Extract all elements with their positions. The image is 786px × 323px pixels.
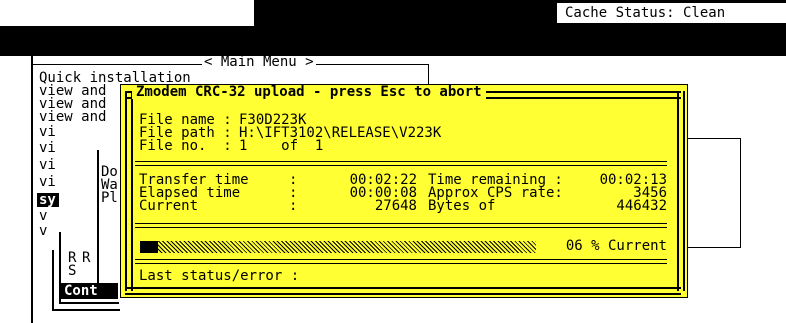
menu-item-view-4[interactable]: vi	[39, 125, 56, 139]
submenu-item-pl[interactable]: Pl	[101, 191, 118, 205]
nested-submenu-frame-bottom-outer	[52, 309, 120, 311]
dialog-separator-3	[135, 259, 667, 264]
current-colon: :	[289, 198, 298, 214]
menu-item-system-label: sy	[39, 192, 56, 208]
upload-progress-fill	[140, 241, 158, 253]
zmodem-upload-dialog: Zmodem CRC-32 upload - press Esc to abor…	[120, 84, 688, 298]
submenu-frame-left	[97, 150, 99, 285]
current-label: Current	[139, 198, 199, 214]
progress-percent-text: 06 % Current	[565, 238, 667, 254]
main-menu-frame-right	[428, 64, 429, 84]
total-bytes-value: 446432	[616, 198, 667, 214]
submenu-item-r2[interactable]: R	[82, 251, 90, 265]
file-no-label: File no. :	[139, 138, 232, 154]
menu-item-view-7[interactable]: vi	[39, 175, 56, 189]
submenu-item-s[interactable]: S	[68, 264, 76, 278]
nested-submenu-frame-outer	[52, 250, 54, 311]
cache-status-text: Cache Status: Clean	[565, 5, 726, 21]
menu-item-view-8[interactable]: v	[39, 209, 47, 223]
dialog-frame-right	[677, 91, 685, 291]
background-window-frame-right	[688, 138, 741, 248]
menu-item-view-9[interactable]: v	[39, 224, 47, 238]
upload-progress-bar	[140, 241, 536, 253]
bytes-of-label: Bytes of	[428, 198, 496, 214]
menu-item-view-5[interactable]: vi	[39, 141, 56, 155]
current-bytes-value: 27648	[374, 198, 417, 214]
menu-item-view-3[interactable]: view and	[39, 110, 106, 124]
dialog-frame-bottom	[125, 287, 681, 295]
main-menu-title: < Main Menu >	[202, 54, 316, 70]
file-no-value: 1 of 1	[239, 138, 324, 154]
dialog-separator-1	[135, 161, 667, 166]
main-menu-frame-left	[31, 64, 32, 294]
dialog-title: Zmodem CRC-32 upload - press Esc to abor…	[132, 85, 486, 99]
dialog-frame-left	[125, 91, 133, 291]
submenu-item-cont-selected[interactable]: Cont	[60, 283, 118, 299]
last-status-label: Last status/error :	[139, 268, 300, 284]
dialog-separator-2	[135, 223, 667, 228]
submenu-item-cont-label: Cont	[64, 283, 98, 299]
cache-status-field: Cache Status: Clean	[557, 3, 786, 23]
header-left-field	[0, 0, 254, 26]
menu-item-system-selected[interactable]: sy	[37, 193, 59, 207]
nested-submenu-frame-bottom	[59, 302, 119, 304]
menu-item-view-6[interactable]: vi	[39, 158, 56, 172]
